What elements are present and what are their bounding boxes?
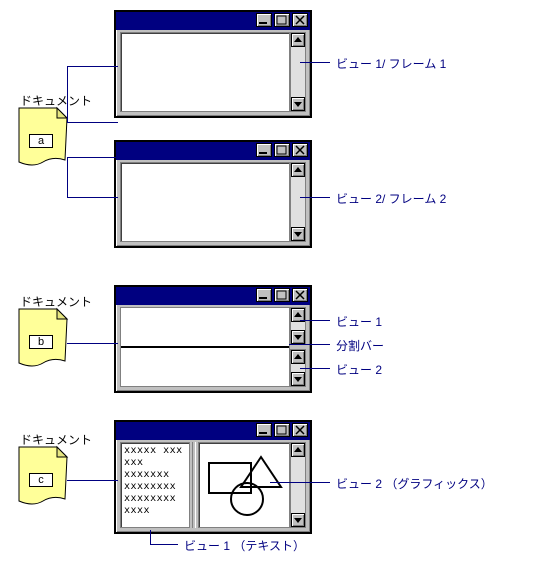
split-bar-label: 分割バー bbox=[336, 337, 384, 354]
close-button[interactable] bbox=[292, 13, 308, 27]
split-bar[interactable] bbox=[121, 346, 289, 348]
view-c-text[interactable]: xxxxx xxx xxx xxxxxxx xxxxxxxx xxxxxxxx … bbox=[120, 442, 190, 528]
scroll-down-button[interactable] bbox=[291, 227, 305, 241]
connector-a-top-h bbox=[67, 66, 118, 67]
scrollbar-2[interactable] bbox=[290, 162, 306, 242]
window-1[interactable] bbox=[114, 10, 312, 118]
doc-b-letter: b bbox=[29, 335, 53, 349]
connector-a-bot-h bbox=[67, 197, 118, 198]
close-button[interactable] bbox=[292, 143, 308, 157]
view-c-graphics[interactable] bbox=[198, 442, 290, 528]
view-b2-label: ビュー 2 bbox=[336, 361, 382, 378]
minimize-button[interactable] bbox=[256, 423, 272, 437]
view-1[interactable] bbox=[120, 32, 290, 112]
leader-line bbox=[300, 368, 330, 369]
view1-frame1-label: ビュー 1/ フレーム 1 bbox=[336, 55, 446, 72]
titlebar-1 bbox=[116, 12, 310, 30]
leader-line bbox=[300, 62, 330, 63]
connector-a-bot bbox=[67, 157, 118, 158]
connector-a-top-v bbox=[67, 66, 68, 122]
scrollbar-b1[interactable] bbox=[290, 307, 306, 345]
leader-line bbox=[270, 482, 330, 483]
document-a: a bbox=[13, 106, 73, 172]
scroll-up-button[interactable] bbox=[291, 33, 305, 47]
maximize-button[interactable] bbox=[274, 423, 290, 437]
leader-line bbox=[300, 320, 330, 321]
view-c-text-label: ビュー 1 （テキスト） bbox=[184, 537, 305, 554]
view-b-1[interactable] bbox=[121, 308, 289, 346]
leader-line bbox=[289, 344, 330, 345]
split-client bbox=[120, 307, 290, 387]
scroll-up-button[interactable] bbox=[291, 163, 305, 177]
window-2[interactable] bbox=[114, 140, 312, 248]
view-c-graphics-label: ビュー 2 （グラフィックス） bbox=[336, 475, 493, 492]
minimize-button[interactable] bbox=[256, 288, 272, 302]
view-2[interactable] bbox=[120, 162, 290, 242]
maximize-button[interactable] bbox=[274, 13, 290, 27]
scroll-up-button[interactable] bbox=[291, 350, 305, 364]
titlebar-b bbox=[116, 287, 310, 305]
minimize-button[interactable] bbox=[256, 143, 272, 157]
scrollbar-1[interactable] bbox=[290, 32, 306, 112]
maximize-button[interactable] bbox=[274, 288, 290, 302]
split-bar-vertical[interactable] bbox=[192, 442, 196, 528]
connector-a-bot-v bbox=[67, 157, 68, 197]
close-button[interactable] bbox=[292, 423, 308, 437]
document-c: c bbox=[13, 445, 73, 511]
connector-a-top bbox=[67, 122, 118, 123]
doc-a-letter: a bbox=[29, 134, 53, 148]
view-b1-label: ビュー 1 bbox=[336, 313, 382, 330]
scroll-up-button[interactable] bbox=[291, 443, 305, 457]
scroll-down-button[interactable] bbox=[291, 97, 305, 111]
maximize-button[interactable] bbox=[274, 143, 290, 157]
shapes-icon bbox=[199, 443, 291, 529]
titlebar-2 bbox=[116, 142, 310, 160]
leader-line bbox=[300, 197, 330, 198]
window-c[interactable]: xxxxx xxx xxx xxxxxxx xxxxxxxx xxxxxxxx … bbox=[114, 420, 312, 534]
connector-b bbox=[67, 343, 118, 344]
view2-frame2-label: ビュー 2/ フレーム 2 bbox=[336, 190, 446, 207]
scrollbar-c[interactable] bbox=[290, 442, 306, 528]
leader-line bbox=[150, 544, 178, 545]
text-content: xxxxx xxx xxx xxxxxxx xxxxxxxx xxxxxxxx … bbox=[124, 445, 183, 517]
document-b: b bbox=[13, 307, 73, 373]
leader-line bbox=[150, 530, 151, 544]
view-b-2[interactable] bbox=[121, 348, 289, 386]
connector-c bbox=[67, 480, 118, 481]
window-b[interactable] bbox=[114, 285, 312, 393]
doc-c-letter: c bbox=[29, 473, 53, 487]
scroll-down-button[interactable] bbox=[291, 330, 305, 344]
scroll-down-button[interactable] bbox=[291, 513, 305, 527]
minimize-button[interactable] bbox=[256, 13, 272, 27]
titlebar-c bbox=[116, 422, 310, 440]
close-button[interactable] bbox=[292, 288, 308, 302]
scroll-down-button[interactable] bbox=[291, 372, 305, 386]
